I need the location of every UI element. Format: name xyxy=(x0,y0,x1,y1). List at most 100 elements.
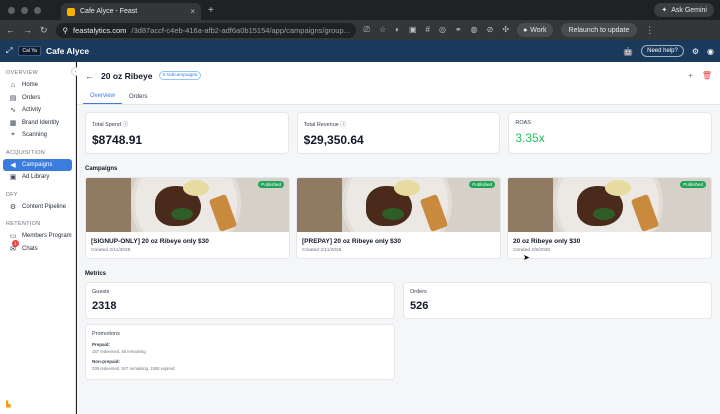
expand-icon[interactable]: ⤢ xyxy=(6,46,12,56)
sidebar-item-ad-library[interactable]: ▣ Ad Library xyxy=(3,171,72,184)
metrics-row: Guests 2318 Orders 526 xyxy=(77,282,720,319)
app-header: ⤢ Cal Ya Cafe Alyce 🤖 Need help? ⚙ ◉ xyxy=(0,40,720,62)
kpi-value: 3.35x xyxy=(515,131,545,145)
metric-orders: Orders 526 xyxy=(403,282,712,319)
campaign-created-date: Created 2/11/2026 xyxy=(302,248,342,253)
address-bar[interactable]: ⚲ feastalytics.com/3d87accf-c4eb-416a-af… xyxy=(55,22,356,38)
kpi-label: Total Spend xyxy=(92,122,122,128)
metric-guests: Guests 2318 xyxy=(85,282,395,319)
kpi-value: $8748.91 xyxy=(92,133,143,147)
browser-tab-strip: Cafe Alyce - Feast × + ✦ Ask Gemini xyxy=(0,0,720,20)
sidebar-item-label: Orders xyxy=(22,94,41,101)
window-controls[interactable] xyxy=(8,6,41,14)
subcampaigns-badge: 3 subcampaigns xyxy=(158,71,202,80)
prepaid-label: Prepaid: xyxy=(92,342,111,347)
status-badge: Published xyxy=(680,181,706,188)
sidebar-item-campaigns[interactable]: ◀ Campaigns xyxy=(3,158,72,171)
extension-icon[interactable]: ◐ xyxy=(395,25,400,35)
campaign-card[interactable]: Published 20 oz Ribeye only $30 Created … xyxy=(507,177,712,259)
extension-icon[interactable]: ◍ xyxy=(471,25,478,35)
ask-gemini-label: Ask Gemini xyxy=(671,6,707,14)
nonprepaid-label: Non-prepaid: xyxy=(92,359,120,364)
mascot-icon[interactable]: 🤖 xyxy=(623,47,633,56)
status-badge: Published xyxy=(469,181,495,188)
site-info-icon[interactable]: ⚲ xyxy=(63,26,69,35)
sidebar-item-label: Campaigns xyxy=(22,161,53,168)
mute-icon[interactable]: ⊘ xyxy=(487,25,494,35)
metrics-heading: Metrics xyxy=(85,271,107,277)
sidebar-section-acquisition: ACQUISITION xyxy=(6,149,46,156)
new-tab-button[interactable]: + xyxy=(208,5,214,16)
info-icon[interactable]: ⓘ xyxy=(340,122,346,128)
library-icon: ▣ xyxy=(9,174,17,182)
sidebar: OVERVIEW ⌂ Home ▤ Orders ∿ Activity ▦ Brand … xyxy=(0,62,76,414)
sidebar-item-content-pipeline[interactable]: ⚙ Content Pipeline xyxy=(3,201,72,214)
relaunch-button[interactable]: Relaunch to update xyxy=(560,23,638,37)
forward-icon[interactable]: → xyxy=(23,25,32,35)
back-icon[interactable]: ← xyxy=(6,25,15,35)
install-icon[interactable]: ⎚ xyxy=(364,25,370,35)
sidebar-item-label: Chats xyxy=(22,245,38,252)
need-help-button[interactable]: Need help? xyxy=(641,45,684,57)
extension-icon[interactable]: ⚭ xyxy=(455,25,462,35)
tab-overview[interactable]: Overview xyxy=(83,89,123,104)
ask-gemini-button[interactable]: ✦ Ask Gemini xyxy=(654,3,714,17)
restaurant-logo: Cal Ya xyxy=(18,46,41,56)
feast-logo-icon: ▙ xyxy=(6,402,11,408)
brand-icon: ▦ xyxy=(9,119,17,127)
campaign-cards: Published [SIGNUP-ONLY] 20 oz Ribeye onl… xyxy=(77,177,720,259)
extension-icon[interactable]: ◎ xyxy=(439,25,446,35)
mouse-cursor-icon: ➤ xyxy=(523,253,530,262)
metric-value: 2318 xyxy=(92,300,117,312)
close-tab-icon[interactable]: × xyxy=(190,7,195,16)
page-header: ← 20 oz Ribeye 3 subcampaigns + 🗑 xyxy=(77,62,720,89)
prepaid-value: 157 redeemed, 46 remaining. xyxy=(92,349,147,354)
metric-label: Orders xyxy=(410,289,427,295)
main-content: ← 20 oz Ribeye 3 subcampaigns + 🗑 Overvi… xyxy=(77,62,720,414)
account-icon[interactable]: ◉ xyxy=(707,47,714,56)
back-arrow-icon[interactable]: ← xyxy=(85,71,94,81)
info-icon[interactable]: ⓘ xyxy=(123,122,129,128)
tab-orders[interactable]: Orders xyxy=(122,89,154,104)
campaign-image: Published xyxy=(86,178,289,232)
status-badge: Published xyxy=(258,181,284,188)
page-tabs: Overview Orders xyxy=(77,89,720,105)
puzzle-icon[interactable]: ✣ xyxy=(502,25,509,35)
profile-work-button[interactable]: ● Work xyxy=(517,23,553,37)
favicon-icon xyxy=(67,7,75,16)
browser-toolbar: ← → ↻ ⚲ feastalytics.com/3d87accf-c4eb-4… xyxy=(0,20,720,40)
bookmark-star-icon[interactable]: ☆ xyxy=(379,25,386,35)
sidebar-item-scanning[interactable]: ⌖ Scanning xyxy=(3,129,72,142)
restaurant-name[interactable]: Cafe Alyce xyxy=(46,46,89,56)
sidebar-item-orders[interactable]: ▤ Orders xyxy=(3,92,72,105)
sidebar-item-label: Ad Library xyxy=(22,174,50,181)
metric-label: Guests xyxy=(92,289,110,295)
sidebar-item-label: Home xyxy=(22,82,39,89)
scan-icon: ⌖ xyxy=(11,131,15,139)
sidebar-item-activity[interactable]: ∿ Activity xyxy=(3,104,72,117)
campaign-card[interactable]: Published [SIGNUP-ONLY] 20 oz Ribeye onl… xyxy=(85,177,290,259)
campaign-title: 20 oz Ribeye only $30 xyxy=(513,238,581,245)
sidebar-item-brand-identity[interactable]: ▦ Brand Identity xyxy=(3,117,72,130)
avatar: ● xyxy=(523,26,528,34)
megaphone-icon: ◀ xyxy=(10,161,16,169)
settings-gear-icon[interactable]: ⚙ xyxy=(692,47,699,56)
browser-tab[interactable]: Cafe Alyce - Feast × xyxy=(61,3,201,20)
extension-icon[interactable]: # xyxy=(426,25,430,35)
promotions-title: Promotions xyxy=(92,331,120,337)
sidebar-item-label: Content Pipeline xyxy=(22,203,67,210)
trash-icon[interactable]: 🗑 xyxy=(702,71,712,80)
sidebar-section-dfy: DFY xyxy=(6,191,18,198)
reload-icon[interactable]: ↻ xyxy=(40,25,48,36)
campaign-title: [PREPAY] 20 oz Ribeye only $30 xyxy=(302,238,401,245)
campaign-card[interactable]: Published [PREPAY] 20 oz Ribeye only $30… xyxy=(296,177,501,259)
sidebar-section-overview: OVERVIEW xyxy=(6,70,38,76)
menu-icon[interactable]: ⋮ xyxy=(645,25,654,36)
sidebar-item-home[interactable]: ⌂ Home xyxy=(3,79,72,92)
add-icon[interactable]: + xyxy=(688,71,693,80)
extension-icon[interactable]: ▣ xyxy=(409,25,417,35)
kpi-label: ROAS xyxy=(515,120,531,126)
home-icon: ⌂ xyxy=(10,81,16,89)
campaign-created-date: Created 2/9/2026 xyxy=(513,248,551,253)
sidebar-item-chats[interactable]: ✉ 1 Chats xyxy=(3,239,72,256)
